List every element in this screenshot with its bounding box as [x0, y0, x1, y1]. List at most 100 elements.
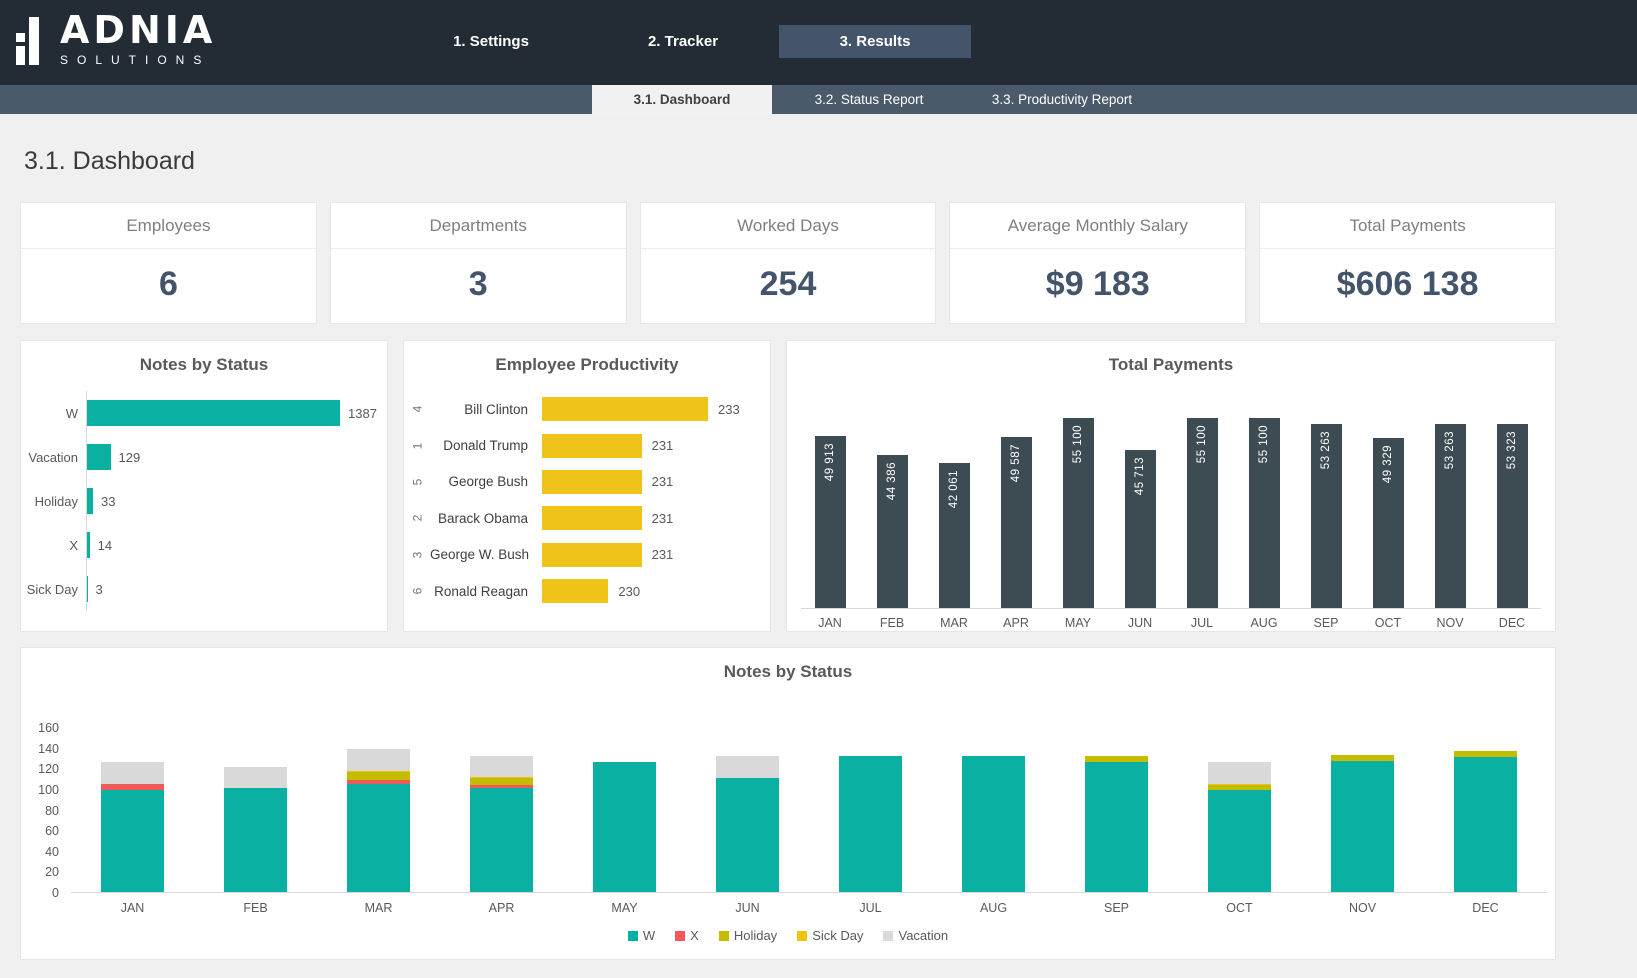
bar-track: 129: [86, 435, 387, 479]
rank-label: 2: [404, 511, 430, 525]
bar: [87, 400, 340, 426]
brand-name: ADNIA: [60, 11, 216, 49]
legend-item-vacation: Vacation: [883, 928, 948, 943]
hbar-row-sick-day: Sick Day3: [21, 567, 387, 611]
y-tick-60: 60: [21, 824, 59, 838]
y-tick-120: 120: [21, 762, 59, 776]
bar: [542, 543, 642, 567]
nav-tab--settings[interactable]: 1. Settings: [395, 25, 587, 58]
segment-vacation: [224, 767, 287, 788]
month-label: FEB: [194, 901, 317, 915]
stacked-bar: [716, 756, 779, 892]
stacked-bar: [1454, 751, 1517, 892]
month-label: JAN: [71, 901, 194, 915]
top-nav-bar: ADNIA SOLUTIONS 1. Settings2. Tracker3. …: [0, 0, 1637, 85]
bar-track: 1387: [86, 391, 387, 435]
bar: 45 713: [1125, 450, 1156, 608]
hbar-row-vacation: Vacation129: [21, 435, 387, 479]
rank-label: 1: [404, 439, 430, 453]
bar-track: 33: [86, 479, 387, 523]
sub-tab--dashboard[interactable]: 3.1. Dashboard: [592, 85, 772, 114]
month-label: MAR: [925, 616, 983, 630]
month-label: SEP: [1055, 901, 1178, 915]
bar: [87, 576, 88, 602]
stack-slot-nov: [1301, 755, 1424, 892]
stack-slot-may: [563, 762, 686, 892]
kpi-label: Average Monthly Salary: [950, 203, 1245, 249]
stacked-bar: [101, 762, 164, 892]
month-label: AUG: [932, 901, 1055, 915]
notes-by-status-monthly-panel: Notes by Status 020406080100120140160 JA…: [20, 647, 1556, 960]
notes-by-status-summary-chart: W1387Vacation129Holiday33X14Sick Day3: [21, 391, 387, 611]
kpi-value: 3: [331, 249, 626, 304]
total-payments-panel: Total Payments 49 91344 38642 06149 5875…: [786, 340, 1556, 632]
bar: [542, 434, 642, 458]
notes-by-status-monthly-chart: 020406080100120140160 JANFEBMARAPRMAYJUN…: [21, 727, 1555, 915]
hbar-row-holiday: Holiday33: [21, 479, 387, 523]
value-label: 231: [652, 511, 674, 526]
stack-slot-mar: [317, 749, 440, 892]
value-label: 3: [96, 582, 103, 597]
nav-tab--results[interactable]: 3. Results: [779, 25, 971, 58]
month-label: DEC: [1424, 901, 1547, 915]
month-label: JUL: [1173, 616, 1231, 630]
segment-holiday: [347, 772, 410, 779]
stacked-bar: [347, 749, 410, 892]
bar-value-label: 42 061: [948, 470, 960, 508]
month-label: JUN: [1111, 616, 1169, 630]
stacked-bar: [839, 756, 902, 892]
stack-slot-sep: [1055, 756, 1178, 892]
sub-nav-spacer: [0, 85, 592, 114]
legend-swatch: [719, 931, 729, 941]
payment-col-aug: 55 100: [1235, 418, 1293, 608]
legend-swatch: [883, 931, 893, 941]
chart-title: Employee Productivity: [404, 355, 770, 375]
bar-value-label: 55 100: [1072, 425, 1084, 463]
segment-w: [1454, 757, 1517, 892]
segment-vacation: [101, 762, 164, 784]
bar: 49 329: [1373, 438, 1404, 608]
y-tick-100: 100: [21, 783, 59, 797]
category-label: Vacation: [21, 450, 86, 465]
bar-value-label: 49 913: [824, 443, 836, 481]
bar: 55 100: [1063, 418, 1094, 608]
employee-name: Donald Trump: [430, 438, 542, 453]
chart-title: Notes by Status: [21, 662, 1555, 682]
legend-swatch: [675, 931, 685, 941]
bar: 53 263: [1435, 424, 1466, 608]
kpi-label: Departments: [331, 203, 626, 249]
month-label: APR: [987, 616, 1045, 630]
category-label: X: [21, 538, 86, 553]
value-label: 231: [652, 474, 674, 489]
segment-w: [224, 788, 287, 892]
total-payments-month-axis: JANFEBMARAPRMAYJUNJULAUGSEPOCTNOVDEC: [801, 609, 1541, 630]
legend-item-holiday: Holiday: [719, 928, 777, 943]
payment-col-mar: 42 061: [925, 463, 983, 608]
month-label: NOV: [1301, 901, 1424, 915]
bar-value-label: 44 386: [886, 462, 898, 500]
sub-tab--productivity-report[interactable]: 3.3. Productivity Report: [966, 85, 1158, 114]
prod-row-0: 4Bill Clinton233: [404, 391, 770, 427]
payment-col-jun: 45 713: [1111, 450, 1169, 608]
bar: 55 100: [1249, 418, 1280, 608]
stack-slot-jun: [686, 756, 809, 892]
employee-name: Barack Obama: [430, 511, 542, 526]
segment-w: [1085, 762, 1148, 892]
stack-slot-apr: [440, 756, 563, 892]
legend-swatch: [797, 931, 807, 941]
value-label: 14: [98, 538, 112, 553]
nav-tab--tracker[interactable]: 2. Tracker: [587, 25, 779, 58]
hbar-row-x: X 14: [21, 523, 387, 567]
page-title: 3.1. Dashboard: [20, 114, 1556, 202]
sub-tab--status-report[interactable]: 3.2. Status Report: [772, 85, 966, 114]
segment-holiday: [470, 778, 533, 785]
prod-row-3: 2Barack Obama 231: [404, 500, 770, 536]
bar: 55 100: [1187, 418, 1218, 608]
payment-col-oct: 49 329: [1359, 438, 1417, 608]
legend-label: Holiday: [734, 928, 777, 943]
bar-value-label: 49 587: [1010, 444, 1022, 482]
segment-w: [1331, 761, 1394, 892]
segment-vacation: [1208, 762, 1271, 784]
kpi-value: 254: [641, 249, 936, 304]
brand-tagline: SOLUTIONS: [60, 53, 216, 67]
